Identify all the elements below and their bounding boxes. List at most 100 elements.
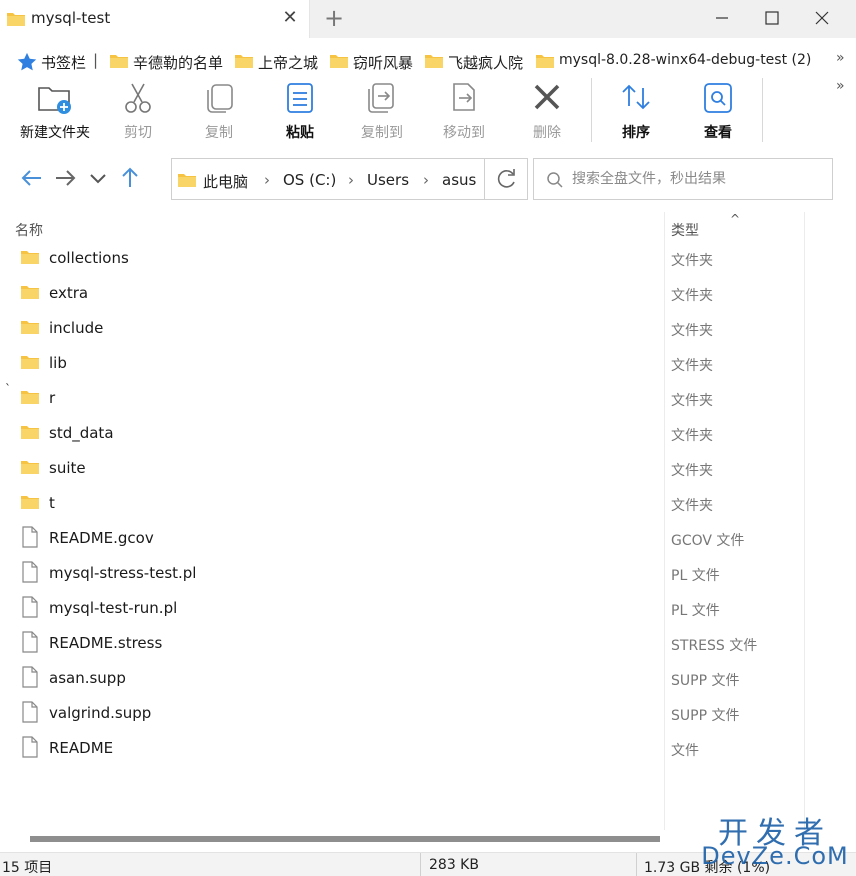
tab-close-icon[interactable]: ✕ <box>280 8 300 28</box>
file-icon <box>21 596 39 622</box>
arrow-up-icon <box>122 167 138 187</box>
file-name: std_data <box>49 424 114 442</box>
breadcrumb-separator[interactable]: › <box>423 171 429 189</box>
copy-to-icon <box>364 80 400 120</box>
file-row[interactable]: mysql-stress-test.pl <box>0 556 664 591</box>
breadcrumb-os-c[interactable]: OS (C:) <box>283 171 336 189</box>
folder-icon <box>535 53 555 72</box>
folder-row[interactable]: r <box>0 381 664 416</box>
tab-mysql-test[interactable]: mysql-test ✕ <box>0 0 310 38</box>
file-row[interactable]: mysql-test-run.pl <box>0 591 664 626</box>
minimize-button[interactable] <box>708 6 736 30</box>
refresh-icon <box>497 169 515 188</box>
chevron-down-icon <box>90 174 106 184</box>
folder-row[interactable]: lib <box>0 346 664 381</box>
copy-icon <box>201 80 237 120</box>
close-icon <box>815 11 829 25</box>
folder-row[interactable]: include <box>0 311 664 346</box>
bookmark-label: 辛德勒的名单 <box>133 54 224 72</box>
folder-icon <box>20 494 40 514</box>
forward-button[interactable] <box>51 164 79 192</box>
new-folder-icon <box>35 80 75 120</box>
bookmark-bar-label[interactable]: 书签栏 <box>41 52 86 73</box>
view-icon <box>700 80 736 120</box>
refresh-button[interactable] <box>484 159 528 199</box>
maximize-button[interactable] <box>758 6 786 30</box>
search-input[interactable] <box>572 169 822 189</box>
back-button[interactable] <box>18 164 46 192</box>
paste-button[interactable]: 粘贴 <box>258 78 342 144</box>
file-row[interactable]: README.stress <box>0 626 664 661</box>
bookmarks-more-button[interactable]: » <box>836 50 845 66</box>
address-bar[interactable]: 此电脑 › OS (C:) › Users › asus <box>171 158 528 200</box>
bookmark-label: 飞越疯人院 <box>448 54 524 72</box>
bookmark-item[interactable]: mysql-8.0.28-winx64-debug-test (2) <box>535 52 831 72</box>
search-box[interactable] <box>533 158 833 200</box>
breadcrumb-separator[interactable]: › <box>348 171 354 189</box>
folder-row[interactable]: suite <box>0 451 664 486</box>
copy-button[interactable]: 复制 <box>177 78 261 144</box>
bookmark-item[interactable]: 飞越疯人院 <box>424 52 530 72</box>
copy-to-button[interactable]: 复制到 <box>340 78 424 144</box>
file-name: valgrind.supp <box>49 704 152 722</box>
file-row[interactable]: valgrind.supp <box>0 696 664 731</box>
copy-label: 复制 <box>205 125 233 141</box>
command-toolbar: 新建文件夹 剪切 复制 粘贴 复制到 移动到 删除 排序 查看 » <box>0 78 856 150</box>
new-folder-button[interactable]: 新建文件夹 <box>12 78 98 144</box>
close-window-button[interactable] <box>808 6 836 30</box>
new-tab-button[interactable]: + <box>322 6 346 30</box>
file-name: asan.supp <box>49 669 126 687</box>
file-row[interactable]: README <box>0 731 664 766</box>
folder-icon <box>177 172 197 192</box>
bookmark-item[interactable]: 辛德勒的名单 <box>109 52 229 72</box>
file-name: include <box>49 319 104 337</box>
recent-locations-button[interactable] <box>84 164 112 192</box>
file-icon <box>21 526 39 552</box>
breadcrumb-users[interactable]: Users <box>367 171 409 189</box>
move-to-button[interactable]: 移动到 <box>422 78 506 144</box>
cut-button[interactable]: 剪切 <box>96 78 180 144</box>
delete-button[interactable]: 删除 <box>505 78 589 144</box>
folder-icon <box>424 53 444 73</box>
scrollbar-thumb[interactable] <box>30 836 660 842</box>
folder-icon <box>20 389 40 409</box>
folder-row[interactable]: extra <box>0 276 664 311</box>
delete-label: 删除 <box>533 125 561 141</box>
status-divider <box>420 853 421 876</box>
file-icon <box>21 736 39 762</box>
file-row[interactable]: asan.supp <box>0 661 664 696</box>
file-type: 文件夹 <box>671 393 713 409</box>
file-row[interactable]: README.gcov <box>0 521 664 556</box>
folder-icon <box>109 53 129 73</box>
file-name: collections <box>49 249 129 267</box>
folder-row[interactable]: collections <box>0 241 664 276</box>
paste-label: 粘贴 <box>286 125 314 141</box>
column-header-name[interactable]: 名称 <box>15 220 43 240</box>
bookmark-label: 上帝之城 <box>258 54 319 72</box>
breadcrumb-this-pc[interactable]: 此电脑 <box>203 171 248 192</box>
up-button[interactable] <box>116 164 144 192</box>
bookmark-item[interactable]: 上帝之城 <box>234 52 324 72</box>
bookmark-label: mysql-8.0.28-winx64-debug-test (2) <box>559 52 812 68</box>
column-header-type[interactable]: 类型 <box>671 220 699 240</box>
breadcrumb-asus[interactable]: asus <box>442 171 476 189</box>
column-divider[interactable] <box>664 212 665 830</box>
file-name: t <box>49 494 55 512</box>
file-type: 文件夹 <box>671 288 713 304</box>
column-divider[interactable] <box>804 212 805 830</box>
move-to-icon <box>446 80 482 120</box>
breadcrumb-separator[interactable]: › <box>264 171 270 189</box>
file-type: SUPP 文件 <box>671 708 740 724</box>
folder-row[interactable]: std_data <box>0 416 664 451</box>
file-type: 文件夹 <box>671 498 713 514</box>
move-to-label: 移动到 <box>443 125 485 141</box>
file-icon <box>21 701 39 727</box>
folder-icon <box>20 284 40 304</box>
folder-row[interactable]: t <box>0 486 664 521</box>
view-button[interactable]: 查看 <box>676 78 760 144</box>
bookmark-item[interactable]: 窃听风暴 <box>329 52 419 72</box>
file-icon <box>21 666 39 692</box>
toolbar-divider <box>762 78 763 142</box>
sort-button[interactable]: 排序 <box>594 78 678 144</box>
toolbar-more-button[interactable]: » <box>836 78 845 94</box>
